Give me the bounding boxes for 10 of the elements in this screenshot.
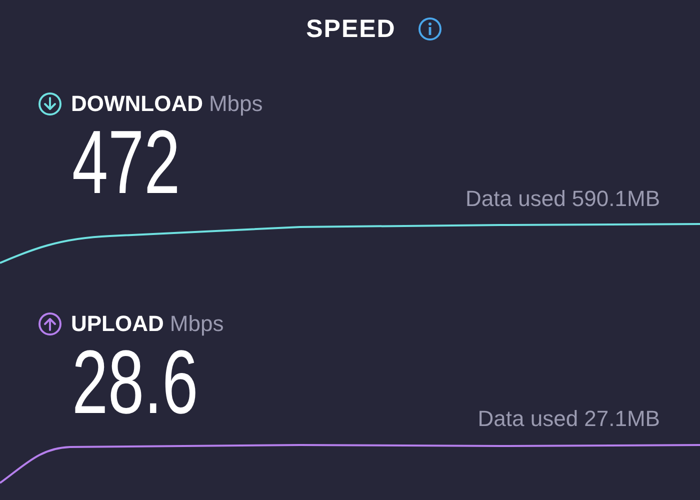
unit-label: Mbps: [170, 311, 224, 337]
data-used-text: Data used 590.1MB: [466, 186, 660, 212]
speed-value: 28.6: [72, 338, 198, 428]
test-label: UPLOAD: [71, 311, 164, 337]
test-label: DOWNLOAD: [71, 91, 203, 117]
speed-value: 472: [72, 118, 180, 208]
info-icon[interactable]: [418, 17, 442, 41]
screen-title: SPEED: [306, 14, 396, 44]
data-used-text: Data used 27.1MB: [478, 406, 660, 432]
unit-label: Mbps: [208, 91, 263, 117]
